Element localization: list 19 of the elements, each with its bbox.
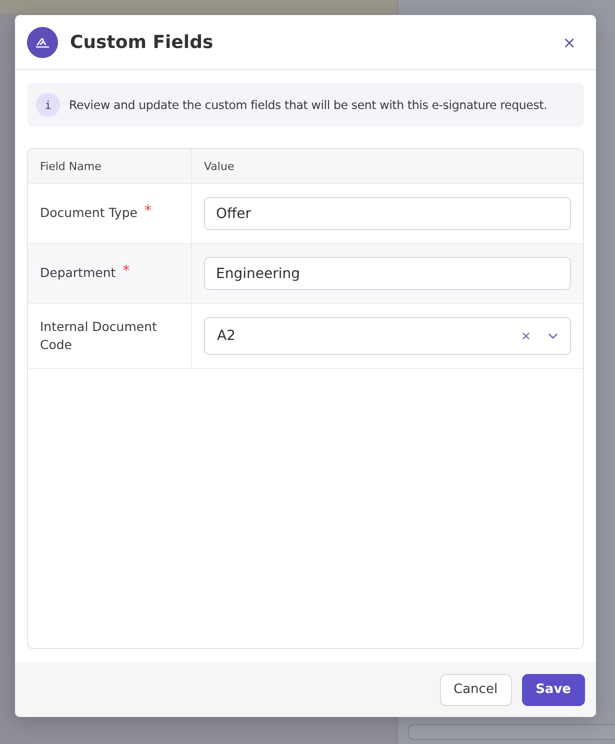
field-label: Document Type xyxy=(40,204,138,222)
required-mark: * xyxy=(122,262,130,278)
required-mark: * xyxy=(144,202,152,218)
select-field[interactable]: A2 xyxy=(204,317,571,355)
signature-icon xyxy=(27,26,58,58)
column-header: Value xyxy=(203,158,236,174)
chevron-down-icon[interactable] xyxy=(548,333,558,339)
column-header: Field Name xyxy=(28,149,192,183)
text-field[interactable]: Offer xyxy=(204,197,571,230)
info-text: Review and update the custom fields that will be sent with this e-signature request. xyxy=(69,98,548,112)
save-button[interactable]: Save xyxy=(522,674,585,706)
clear-icon[interactable] xyxy=(522,332,530,340)
info-icon: i xyxy=(36,93,60,117)
field-label: Department xyxy=(40,264,116,282)
cancel-button[interactable]: Cancel xyxy=(440,674,512,706)
field-label: Internal Document Code xyxy=(40,318,158,354)
text-field[interactable]: Engineering xyxy=(204,257,571,290)
dialog-title: Custom Fields xyxy=(70,32,214,52)
close-button[interactable]: × xyxy=(554,32,584,52)
